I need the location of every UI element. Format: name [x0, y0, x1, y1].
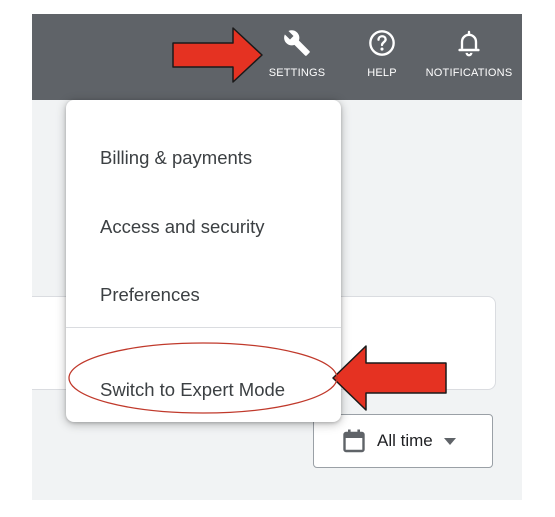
date-range-dropdown[interactable]: All time	[313, 414, 493, 468]
help-circle-icon	[367, 28, 397, 58]
menu-item-label: Switch to Expert Mode	[100, 379, 286, 400]
calendar-icon	[343, 429, 365, 453]
notifications-label: NOTIFICATIONS	[425, 67, 513, 79]
help-button[interactable]: HELP	[358, 14, 406, 100]
date-range-label: All time	[377, 431, 433, 450]
settings-label: SETTINGS	[268, 67, 326, 79]
wrench-icon	[282, 28, 312, 58]
top-bar: SETTINGS HELP NOTIFICATIONS	[32, 14, 522, 100]
menu-item-label: Access and security	[100, 216, 265, 237]
menu-item-billing-payments[interactable]: Billing & payments	[66, 132, 341, 184]
menu-item-switch-expert-mode[interactable]: Switch to Expert Mode	[66, 364, 341, 416]
menu-item-access-security[interactable]: Access and security	[66, 201, 341, 253]
dropdown-arrow-icon	[443, 437, 456, 445]
help-label: HELP	[367, 67, 397, 79]
app-screen: SETTINGS HELP NOTIFICATIONS All time Bil…	[32, 14, 522, 500]
menu-item-label: Preferences	[100, 284, 200, 305]
settings-menu: Billing & payments Access and security P…	[66, 100, 341, 422]
notifications-button[interactable]: NOTIFICATIONS	[422, 14, 516, 100]
menu-divider	[66, 327, 341, 328]
menu-item-preferences[interactable]: Preferences	[66, 269, 341, 321]
settings-button[interactable]: SETTINGS	[264, 14, 330, 100]
menu-item-label: Billing & payments	[100, 147, 253, 168]
bell-icon	[454, 28, 484, 58]
